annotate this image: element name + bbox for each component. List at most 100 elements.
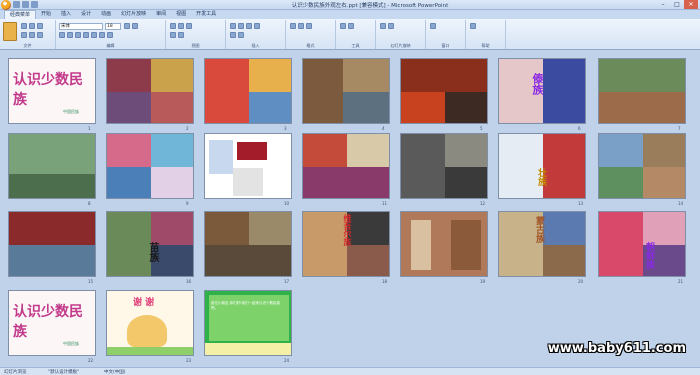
slide-thumbnail[interactable] xyxy=(204,133,292,199)
slide-thumbnail[interactable] xyxy=(8,133,96,199)
close-button[interactable]: ✕ xyxy=(684,0,698,9)
slide-thumbnail[interactable]: 认识少数民族 中国民族 xyxy=(8,290,96,356)
slide-number: 5 xyxy=(480,126,483,131)
slide-thumbnail[interactable]: 谢 谢 xyxy=(106,290,194,356)
slide-thumbnail[interactable] xyxy=(400,58,488,124)
copy-icon[interactable] xyxy=(29,32,35,38)
align-center-icon[interactable] xyxy=(99,32,105,38)
tab-classic-menu[interactable]: 经典菜单 xyxy=(4,10,37,19)
slide-thumbnail[interactable]: 认识少数民族 中国民族 xyxy=(8,58,96,124)
chart-icon[interactable] xyxy=(254,23,260,29)
font-color-icon[interactable] xyxy=(306,23,312,29)
print-icon[interactable] xyxy=(37,23,43,29)
picture-icon[interactable] xyxy=(230,23,236,29)
replace-icon[interactable] xyxy=(132,23,138,29)
save-icon[interactable] xyxy=(29,23,35,29)
tab-home[interactable]: 开始 xyxy=(36,10,56,19)
slide-thumbnail[interactable]: 壮族 xyxy=(498,133,586,199)
slide-label: 傣族 xyxy=(531,73,544,95)
slide-thumbnail[interactable] xyxy=(598,58,686,124)
paste-icon[interactable] xyxy=(37,32,43,38)
rehearse-icon[interactable] xyxy=(388,23,394,29)
slide-thumbnail[interactable] xyxy=(8,211,96,277)
tab-developer[interactable]: 开发工具 xyxy=(191,10,221,19)
ruler-icon[interactable] xyxy=(170,32,176,38)
save-icon[interactable] xyxy=(13,1,20,8)
grid-icon[interactable] xyxy=(178,32,184,38)
arrange-icon[interactable] xyxy=(430,23,436,29)
italic-icon[interactable] xyxy=(67,32,73,38)
slide-thumbnail[interactable] xyxy=(400,133,488,199)
slide-number: 24 xyxy=(284,358,290,363)
slide-label: 苗族 xyxy=(147,242,158,262)
slide-thumbnail[interactable]: 傣族 xyxy=(498,58,586,124)
slide-number: 4 xyxy=(382,126,385,131)
font-size-select[interactable]: 18 xyxy=(105,23,121,30)
bold-icon[interactable] xyxy=(59,32,65,38)
sorter-view-icon[interactable] xyxy=(178,23,184,29)
align-left-icon[interactable] xyxy=(91,32,97,38)
underline-icon[interactable] xyxy=(75,32,81,38)
group-slideshow: 幻灯片放映 xyxy=(376,20,426,49)
normal-view-icon[interactable] xyxy=(170,23,176,29)
font-name-select[interactable]: 宋体 xyxy=(59,23,103,30)
slide-number: 10 xyxy=(284,201,290,206)
slide-thumbnail[interactable] xyxy=(106,133,194,199)
undo-icon[interactable] xyxy=(22,1,29,8)
spelling-icon[interactable] xyxy=(340,23,346,29)
zoom-icon[interactable] xyxy=(186,23,192,29)
shadow-icon[interactable] xyxy=(83,32,89,38)
slide-number: 2 xyxy=(186,126,189,131)
office-button[interactable] xyxy=(1,0,11,10)
slide-thumbnail[interactable]: 维吾尔族 xyxy=(302,211,390,277)
minimize-button[interactable]: – xyxy=(656,0,670,9)
slide-number: 11 xyxy=(382,201,388,206)
tab-design[interactable]: 设计 xyxy=(76,10,96,19)
shape-icon[interactable] xyxy=(238,23,244,29)
slide-thumbnail[interactable] xyxy=(204,211,292,277)
group-window: 窗口 xyxy=(426,20,466,49)
slide-thumbnail[interactable]: 苗族 xyxy=(106,211,194,277)
maximize-button[interactable]: □ xyxy=(670,0,684,9)
slide-thumbnail[interactable] xyxy=(302,133,390,199)
slide-number: 7 xyxy=(678,126,681,131)
line-color-icon[interactable] xyxy=(298,23,304,29)
group-help: 帮助 xyxy=(466,20,506,49)
fill-color-icon[interactable] xyxy=(290,23,296,29)
open-icon[interactable] xyxy=(21,23,27,29)
redo-icon[interactable] xyxy=(31,1,38,8)
tab-slideshow[interactable]: 幻灯片放映 xyxy=(116,10,151,19)
status-theme: "默认设计模板" xyxy=(48,370,80,375)
cut-icon[interactable] xyxy=(21,32,27,38)
tab-review[interactable]: 审阅 xyxy=(151,10,171,19)
slide-thumbnail[interactable]: 朝鲜族 xyxy=(598,211,686,277)
slide-number: 16 xyxy=(186,279,192,284)
slide-label: 壮族 xyxy=(536,168,546,186)
play-icon[interactable] xyxy=(380,23,386,29)
ribbon: 文件 宋体 18 编辑 视图 插入 格式 工具 幻灯片放映 窗口 帮助 xyxy=(0,19,700,50)
slide-thumbnail[interactable] xyxy=(598,133,686,199)
slide-number: 21 xyxy=(678,279,684,284)
slide-thumbnail[interactable] xyxy=(204,58,292,124)
slide-title: 认识少数民族 xyxy=(13,304,83,340)
tab-view[interactable]: 视图 xyxy=(171,10,191,19)
table-icon[interactable] xyxy=(246,23,252,29)
new-file-icon[interactable] xyxy=(3,22,17,41)
wordart-icon[interactable] xyxy=(238,32,244,38)
align-right-icon[interactable] xyxy=(107,32,113,38)
textbox-icon[interactable] xyxy=(230,32,236,38)
slide-thumbnail[interactable]: 蒙古族 xyxy=(498,211,586,277)
help-icon[interactable] xyxy=(470,23,476,29)
slide-number: 3 xyxy=(284,126,287,131)
tab-insert[interactable]: 插入 xyxy=(56,10,76,19)
slide-thumbnail[interactable] xyxy=(106,58,194,124)
group-tools: 工具 xyxy=(336,20,376,49)
find-icon[interactable] xyxy=(124,23,130,29)
slide-thumbnail[interactable] xyxy=(400,211,488,277)
slide-thumbnail[interactable]: 各位小朋友,你们好!我们一起来认识少数民族吧。 xyxy=(204,290,292,356)
title-bar: 认识少数民族外观左右.ppt [兼容模式] - Microsoft PowerP… xyxy=(0,0,700,10)
slide-subtitle: 中国民族 xyxy=(63,109,79,114)
options-icon[interactable] xyxy=(348,23,354,29)
slide-thumbnail[interactable] xyxy=(302,58,390,124)
tab-animation[interactable]: 动画 xyxy=(96,10,116,19)
